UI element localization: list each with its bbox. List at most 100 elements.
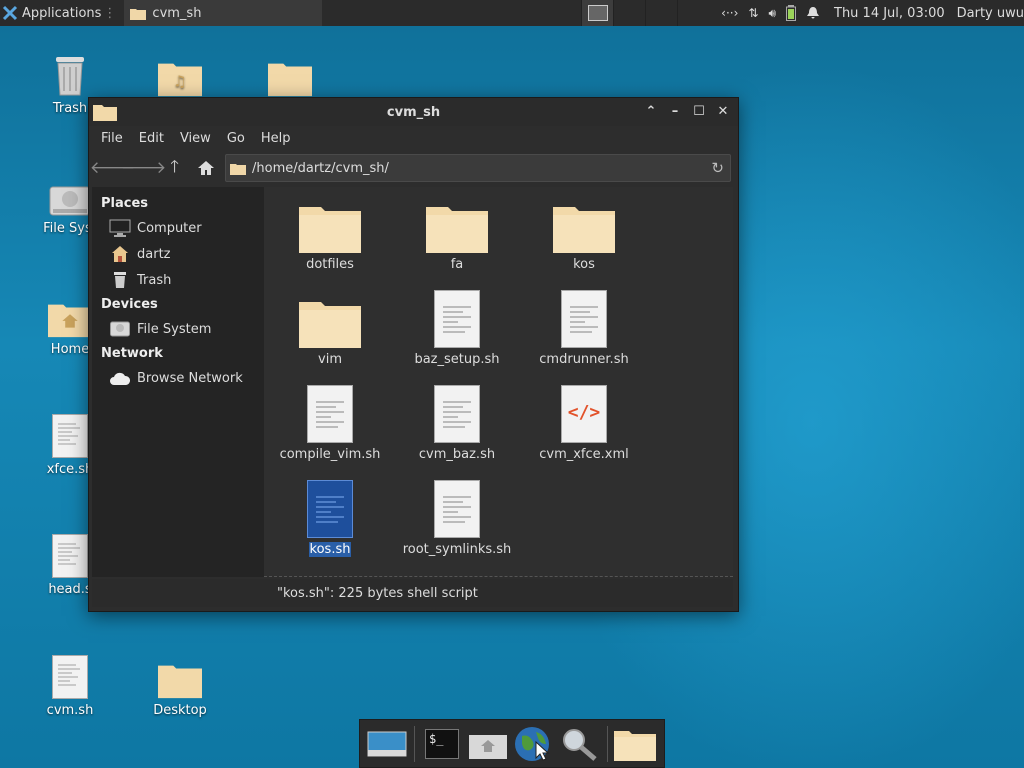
workspace-4[interactable] <box>677 0 709 26</box>
maximize-button[interactable]: ☐ <box>692 104 706 119</box>
user-menu[interactable]: Darty uwu <box>957 6 1024 21</box>
system-tray: ‹··› ⇅ 🔊︎ <box>721 5 820 21</box>
clock[interactable]: Thu 14 Jul, 03:00 <box>834 6 945 21</box>
trash-icon <box>56 57 84 96</box>
file-item-label: baz_setup.sh <box>414 352 500 367</box>
xml-file-icon: </> <box>561 385 607 443</box>
file-item-script[interactable]: root_symlinks.sh <box>402 476 512 557</box>
show-desktop-icon <box>367 731 407 756</box>
forward-button[interactable]: 🡒 <box>121 154 167 182</box>
workspace-3[interactable] <box>645 0 677 26</box>
hard-drive-icon <box>49 186 91 216</box>
file-item-label: kos <box>573 257 595 272</box>
desktop-icon-folder[interactable] <box>250 53 330 101</box>
menu-view[interactable]: View <box>172 131 219 146</box>
dock-search[interactable] <box>557 724 603 764</box>
applications-label: Applications <box>22 5 102 21</box>
window-title: cvm_sh <box>386 104 441 120</box>
reload-icon[interactable]: ↻ <box>711 159 724 177</box>
workspace-switcher[interactable] <box>581 0 709 26</box>
file-item-label: cvm_xfce.xml <box>539 447 629 462</box>
file-item-folder[interactable]: kos <box>529 191 639 272</box>
sidebar-item-trash[interactable]: Trash <box>92 267 264 293</box>
menu-help[interactable]: Help <box>253 131 299 146</box>
volume-icon[interactable]: 🔊︎ <box>768 6 776 21</box>
file-item-script[interactable]: compile_vim.sh <box>275 381 385 462</box>
menu-edit[interactable]: Edit <box>131 131 172 146</box>
file-item-script[interactable]: cmdrunner.sh <box>529 286 639 367</box>
terminal-icon: $_ <box>425 728 459 759</box>
location-bar[interactable]: /home/dartz/cvm_sh/ ↻ <box>225 154 731 182</box>
file-item-label: kos.sh <box>308 542 352 557</box>
taskbar-window-button[interactable]: cvm_sh <box>124 0 323 26</box>
menu-file[interactable]: File <box>93 131 131 146</box>
home-folder-icon <box>48 304 92 338</box>
sidebar-item-label: Trash <box>137 272 172 288</box>
folder-icon <box>553 207 615 253</box>
file-item-label: root_symlinks.sh <box>402 542 512 557</box>
file-item-script[interactable]: cvm_baz.sh <box>402 381 512 462</box>
sidebar-item-computer[interactable]: Computer <box>92 215 264 241</box>
script-file-icon <box>52 655 88 699</box>
dock-terminal[interactable]: $_ <box>419 724 465 764</box>
sidebar-item-file-system[interactable]: File System <box>92 316 264 342</box>
sidebar-item-browse-network[interactable]: Browse Network <box>92 365 264 391</box>
desktop-icon-desktop-folder[interactable]: Desktop <box>140 655 220 718</box>
folder-icon <box>158 665 202 699</box>
file-view[interactable]: dotfiles fa kos vim baz_setup.sh cmdrunn… <box>264 187 733 577</box>
folder-icon <box>268 63 312 97</box>
sidebar-item-label: Computer <box>137 220 202 236</box>
sidebar-item-label: File System <box>137 321 212 337</box>
shade-button[interactable]: ⌃ <box>644 104 658 119</box>
file-item-folder[interactable]: dotfiles <box>275 191 385 272</box>
top-panel: Applications ⋮ cvm_sh ‹··› ⇅ 🔊︎ Thu 14 J… <box>0 0 1024 26</box>
sidebar-item-label: Browse Network <box>137 370 243 386</box>
home-icon <box>197 161 214 175</box>
network-icon[interactable]: ‹··› <box>721 6 738 20</box>
dock-file-manager[interactable] <box>465 724 511 764</box>
file-item-script-selected[interactable]: kos.sh <box>275 476 385 557</box>
script-file-icon <box>307 480 353 538</box>
svg-text:♫: ♫ <box>173 73 187 91</box>
file-item-xml[interactable]: </> cvm_xfce.xml <box>529 381 639 462</box>
home-button[interactable] <box>190 154 221 182</box>
status-text: "kos.sh": 225 bytes shell script <box>277 585 478 601</box>
script-file-icon <box>307 385 353 443</box>
sidebar: Places Computer dartz Trash Devices File… <box>92 187 264 577</box>
applications-menu-button[interactable]: Applications ⋮ <box>0 0 120 26</box>
music-folder-icon: ♫ <box>158 63 202 97</box>
desktop-icon-cvm-script[interactable]: cvm.sh <box>30 655 110 718</box>
window-titlebar[interactable]: cvm_sh ⌃ – ☐ ✕ <box>89 98 738 126</box>
cloud-icon <box>110 372 131 385</box>
folder-icon <box>230 163 246 175</box>
file-item-label: cmdrunner.sh <box>539 352 629 367</box>
transfer-arrows-icon[interactable]: ⇅ <box>748 6 758 20</box>
battery-icon[interactable] <box>786 5 796 21</box>
dock-web-browser[interactable] <box>511 724 557 764</box>
sidebar-item-dartz[interactable]: dartz <box>92 241 264 267</box>
hard-drive-icon <box>110 321 130 337</box>
file-item-folder[interactable]: vim <box>275 286 385 367</box>
desktop-icon-label: Desktop <box>153 703 207 718</box>
file-item-folder[interactable]: fa <box>402 191 512 272</box>
desktop-icon-music-folder[interactable]: ♫ <box>140 53 220 101</box>
close-button[interactable]: ✕ <box>716 104 730 119</box>
menu-go[interactable]: Go <box>219 131 253 146</box>
sidebar-header-places: Places <box>101 196 149 211</box>
up-button[interactable]: 🡑 <box>159 154 190 182</box>
script-file-icon <box>52 414 88 458</box>
file-item-label: compile_vim.sh <box>279 447 381 462</box>
dock-folder[interactable] <box>612 724 658 764</box>
workspace-2[interactable] <box>613 0 645 26</box>
sidebar-header-network: Network <box>101 346 163 361</box>
script-file-icon <box>52 534 88 578</box>
dock-show-desktop[interactable] <box>364 724 410 764</box>
location-path: /home/dartz/cvm_sh/ <box>252 160 389 176</box>
file-item-script[interactable]: baz_setup.sh <box>402 286 512 367</box>
workspace-1[interactable] <box>581 0 614 26</box>
minimize-button[interactable]: – <box>668 104 682 119</box>
toolbar: 🡐 🡒 🡑 /home/dartz/cvm_sh/ ↻ <box>89 150 738 186</box>
trash-icon <box>114 272 126 288</box>
notification-bell-icon[interactable] <box>806 6 820 20</box>
script-file-icon <box>434 290 480 348</box>
